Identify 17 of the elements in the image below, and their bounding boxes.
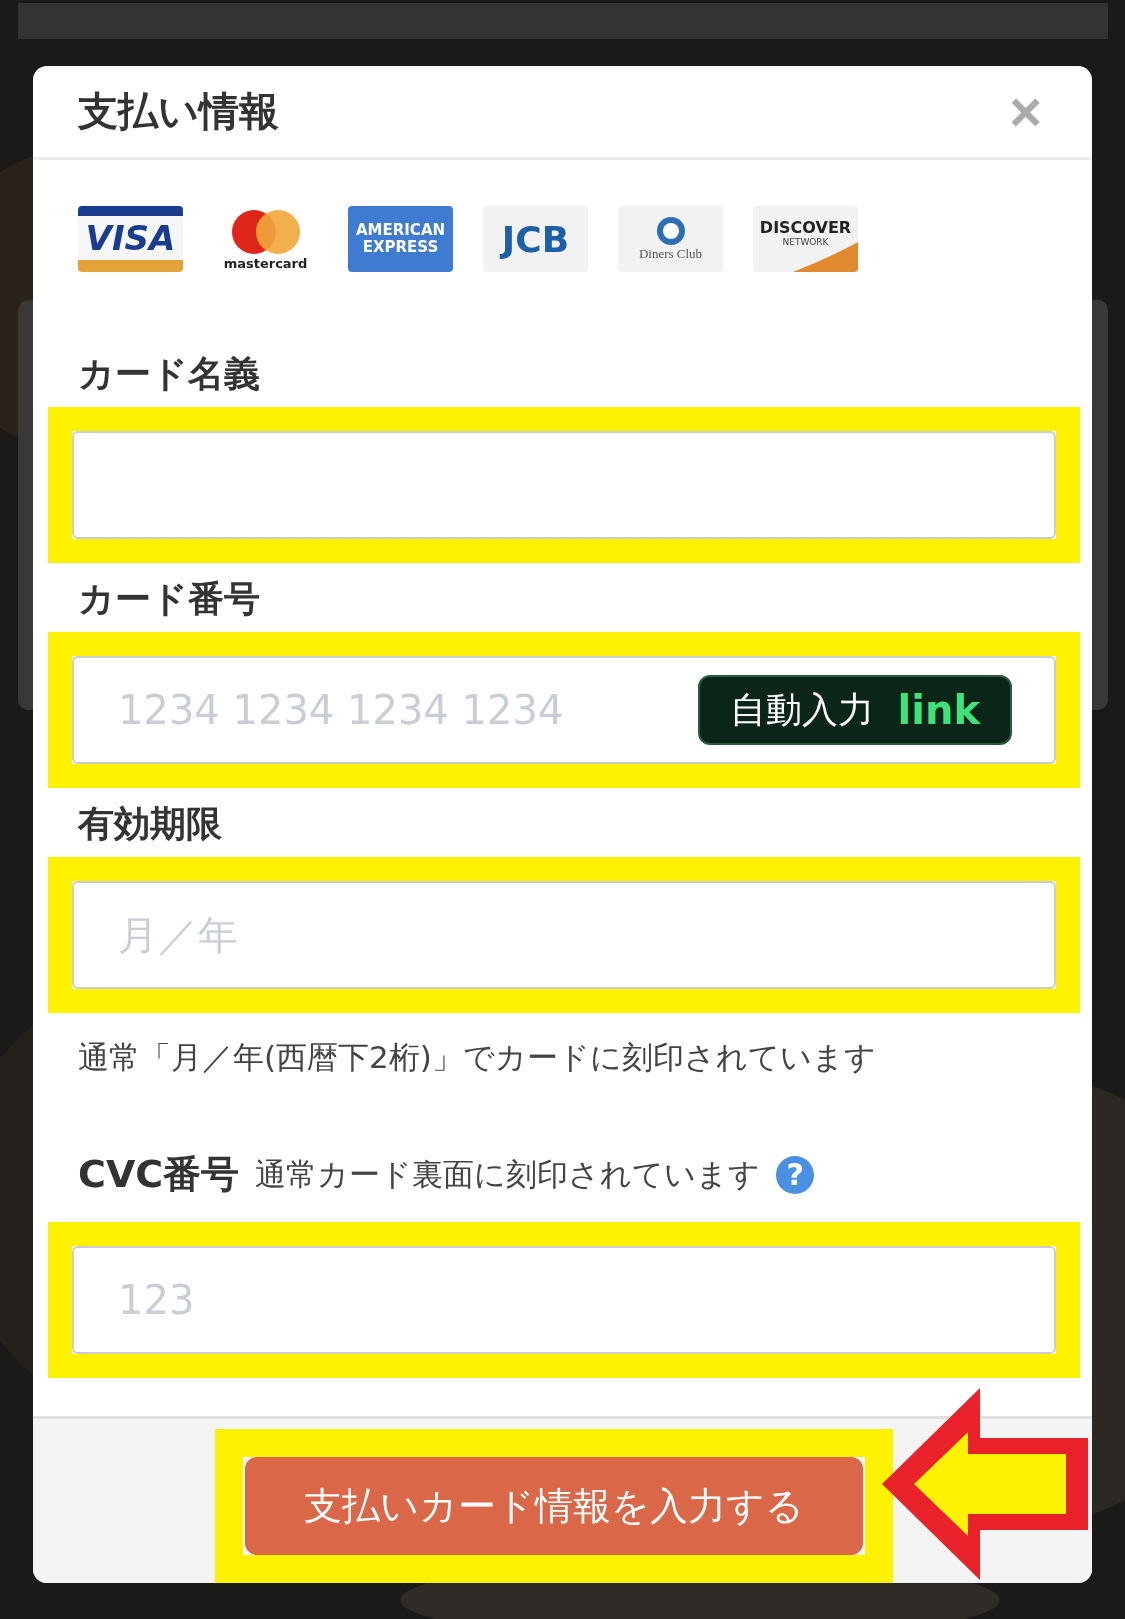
help-icon[interactable]: ?: [776, 1155, 815, 1194]
diners-club-logo: Diners Club: [618, 206, 723, 272]
field-label: カード名義: [77, 352, 261, 396]
jcb-logo: JCB: [483, 206, 588, 272]
dialog-title: 支払い情報: [78, 87, 279, 136]
close-button[interactable]: ×: [1009, 83, 1042, 140]
field-hint: 通常「月／年(西暦下2桁)」でカードに刻印されています: [77, 1038, 877, 1077]
discover-logo: DISCOVER NETWORK: [753, 206, 858, 272]
field-label: CVC番号: [78, 1151, 240, 1198]
visa-logo: VISA: [78, 206, 183, 272]
submit-button[interactable]: 支払いカード情報を入力する: [245, 1457, 863, 1555]
field-note: 通常カード裏面に刻印されています: [255, 1154, 761, 1194]
amex-logo: AMERICAN EXPRESS: [348, 206, 453, 272]
field-label: 有効期限: [76, 802, 223, 846]
field-label: カード番号: [77, 577, 261, 621]
input-field[interactable]: [72, 431, 1056, 539]
autofill-button[interactable]: 自動入力 link: [697, 675, 1012, 745]
